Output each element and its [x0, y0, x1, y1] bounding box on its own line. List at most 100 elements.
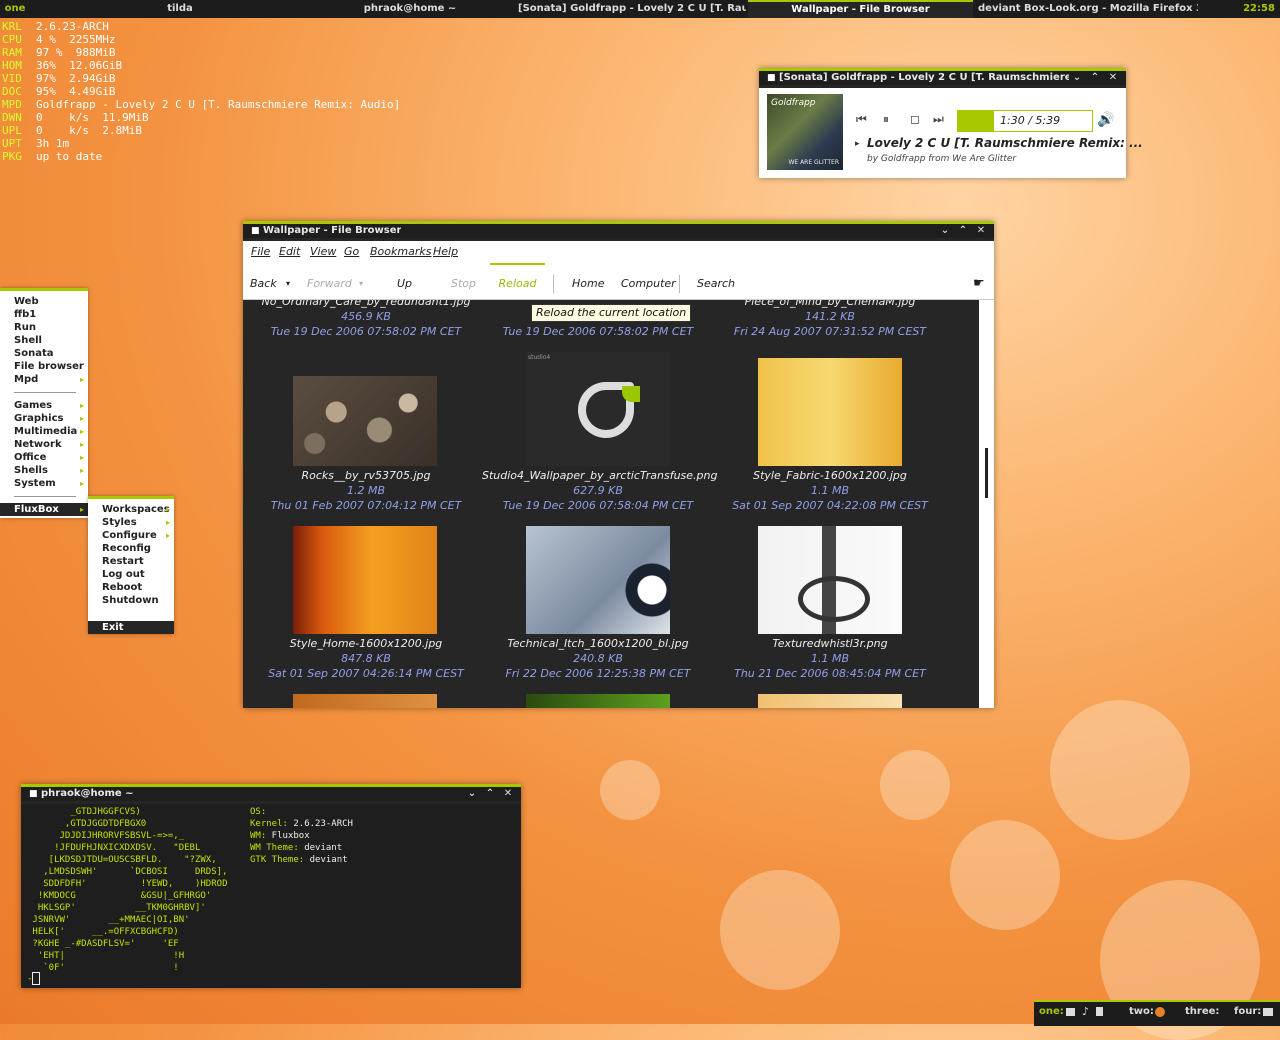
task-firefox[interactable]: deviant Box-Look.org - Mozilla Firefox 3…: [978, 0, 1198, 18]
workspace-four[interactable]: four:: [1234, 1002, 1261, 1022]
workspace-label[interactable]: one: [0, 0, 30, 18]
stop-button[interactable]: Stop: [451, 263, 476, 305]
menu-item-shell[interactable]: Shell: [0, 334, 88, 347]
menu-file[interactable]: File: [251, 241, 270, 263]
thumbnail-partial[interactable]: [526, 694, 670, 708]
workspace-two[interactable]: two:: [1129, 1002, 1154, 1022]
thumbnail-studio4[interactable]: studio4: [526, 352, 670, 466]
window-icon[interactable]: [1263, 1008, 1273, 1016]
back-button[interactable]: Back: [250, 263, 277, 305]
task-tilda[interactable]: tilda: [130, 0, 230, 18]
menu-go[interactable]: Go: [344, 241, 359, 263]
thumbnail-texturedwhistl3r[interactable]: [758, 526, 902, 634]
menu-item-games[interactable]: Games ▸: [0, 399, 88, 412]
file-item[interactable]: Texturedwhistl3r.png 1.1 MB Thu 21 Dec 2…: [714, 636, 946, 681]
window-menu-icon[interactable]: ■: [251, 224, 260, 238]
menu-item-file-browser[interactable]: File browser: [0, 360, 88, 373]
prev-icon[interactable]: ⏮: [856, 112, 867, 127]
menu-help[interactable]: Help: [433, 241, 458, 263]
menu-item-configure[interactable]: Configure ▸: [88, 529, 174, 542]
menu-view[interactable]: View: [310, 241, 336, 263]
menu-item-web[interactable]: Web: [0, 295, 88, 308]
document-icon[interactable]: [1096, 1007, 1103, 1016]
submenu-arrow-icon: ▸: [79, 466, 84, 475]
next-icon[interactable]: ⏭: [933, 112, 944, 127]
sonata-titlebar[interactable]: ■ [Sonata] Goldfrapp - Lovely 2 C U [T. …: [759, 71, 1126, 85]
file-item[interactable]: Style_Fabric-1600x1200.jpg 1.1 MB Sat 01…: [714, 468, 946, 513]
task-file-browser[interactable]: Wallpaper - File Browser: [748, 0, 973, 18]
terminal-icon[interactable]: [1066, 1008, 1075, 1016]
menu-edit[interactable]: Edit: [279, 241, 300, 263]
workspace-three[interactable]: three:: [1185, 1002, 1219, 1022]
volume-icon[interactable]: 🔊: [1097, 112, 1114, 128]
menu-item-network[interactable]: Network ▸: [0, 438, 88, 451]
task-sonata[interactable]: [Sonata] Goldfrapp - Lovely 2 C U [T. Ra…: [518, 0, 746, 18]
menu-item-system[interactable]: System ▸: [0, 477, 88, 490]
search-button[interactable]: Search: [697, 263, 735, 305]
shade-icon[interactable]: ⌄: [936, 224, 954, 238]
window-menu-icon[interactable]: ■: [29, 787, 38, 801]
expander-icon[interactable]: ▸: [855, 139, 860, 149]
file-item[interactable]: Piece_of_Mind_by_ChemaM.jpg 141.2 KB Fri…: [714, 300, 946, 339]
maximize-icon[interactable]: ⌃: [1086, 71, 1104, 85]
menu-item-graphics[interactable]: Graphics ▸: [0, 412, 88, 425]
progress-bar[interactable]: 1:30 / 5:39: [957, 110, 1093, 132]
menu-item-mpd[interactable]: Mpd ▸: [0, 373, 88, 386]
menu-bookmarks[interactable]: Bookmarks: [370, 241, 431, 263]
terminal-titlebar[interactable]: ■ phraok@home ~ ⌄ ⌃ ✕: [21, 787, 521, 801]
thumbnail-style-fabric[interactable]: [758, 358, 902, 466]
menu-item-restart[interactable]: Restart: [88, 555, 174, 568]
back-history-icon[interactable]: ▾: [286, 263, 290, 305]
pause-icon[interactable]: ⏸: [883, 112, 889, 127]
home-button[interactable]: Home: [572, 263, 604, 305]
task-terminal[interactable]: phraok@home ~: [340, 0, 480, 18]
computer-button[interactable]: Computer: [621, 263, 676, 305]
menu-item-reboot[interactable]: Reboot: [88, 581, 174, 594]
stop-icon[interactable]: ◻: [910, 112, 920, 126]
menu-item-sonata[interactable]: Sonata: [0, 347, 88, 360]
shade-icon[interactable]: ⌄: [463, 787, 481, 801]
vertical-scrollbar[interactable]: [979, 300, 994, 708]
file-item[interactable]: Style_Home-1600x1200.jpg 847.8 KB Sat 01…: [250, 636, 482, 681]
album-cover[interactable]: Goldfrapp WE ARE GLITTER: [767, 94, 843, 170]
close-icon[interactable]: ✕: [499, 787, 517, 801]
menu-item-workspaces[interactable]: Workspaces ▸: [88, 503, 174, 516]
file-item[interactable]: Studio4_Wallpaper_by_arcticTransfuse.png…: [482, 468, 718, 513]
terminal-body[interactable]: _GTDJHGGFCVS) ,GTDJGGDTDFBGX0 JDJDIJHROR…: [21, 804, 521, 988]
thumbnail-rocks[interactable]: [293, 376, 437, 466]
scrollbar-thumb[interactable]: [985, 448, 988, 498]
thumbnail-style-home[interactable]: [293, 526, 437, 634]
reload-button[interactable]: Reload: [490, 263, 545, 303]
thumbnail-technical-itch[interactable]: [526, 526, 670, 634]
thumbnail-partial[interactable]: [758, 694, 902, 708]
thumbnail-partial[interactable]: [293, 694, 437, 708]
menu-item-office[interactable]: Office ▸: [0, 451, 88, 464]
file-browser-titlebar[interactable]: ■ Wallpaper - File Browser ⌄ ⌃ ✕: [243, 224, 994, 238]
forward-history-icon[interactable]: ▾: [359, 263, 363, 305]
menu-item-run[interactable]: Run: [0, 321, 88, 334]
menu-item-log-out[interactable]: Log out: [88, 568, 174, 581]
file-item[interactable]: No_Ordinary_Care_by_redundant1.jpg 456.9…: [250, 300, 482, 339]
workspace-one[interactable]: one:: [1039, 1002, 1064, 1022]
music-note-icon[interactable]: ♪: [1082, 1002, 1089, 1022]
menu-item-multimedia[interactable]: Multimedia ▸: [0, 425, 88, 438]
file-item[interactable]: Technical_Itch_1600x1200_bl.jpg 240.8 KB…: [482, 636, 714, 681]
menu-item-fluxbox[interactable]: FluxBox ▸: [0, 503, 88, 516]
menu-item-reconfig[interactable]: Reconfig: [88, 542, 174, 555]
forward-button[interactable]: Forward: [307, 263, 352, 305]
maximize-icon[interactable]: ⌃: [954, 224, 972, 238]
menu-item-shells[interactable]: Shells ▸: [0, 464, 88, 477]
window-menu-icon[interactable]: ■: [767, 71, 776, 85]
maximize-icon[interactable]: ⌃: [481, 787, 499, 801]
close-icon[interactable]: ✕: [1104, 71, 1122, 85]
menu-item-ffb1[interactable]: ffb1: [0, 308, 88, 321]
menu-item-styles[interactable]: Styles ▸: [88, 516, 174, 529]
icon-view[interactable]: No_Ordinary_Care_by_redundant1.jpg 456.9…: [243, 300, 979, 708]
file-item[interactable]: Rocks__by_rv53705.jpg 1.2 MB Thu 01 Feb …: [250, 468, 482, 513]
firefox-icon[interactable]: [1155, 1007, 1165, 1017]
shade-icon[interactable]: ⌄: [1068, 71, 1086, 85]
up-button[interactable]: Up: [397, 263, 412, 305]
close-icon[interactable]: ✕: [972, 224, 990, 238]
menu-item-shutdown[interactable]: Shutdown: [88, 594, 174, 607]
menu-item-exit[interactable]: Exit: [88, 621, 174, 634]
